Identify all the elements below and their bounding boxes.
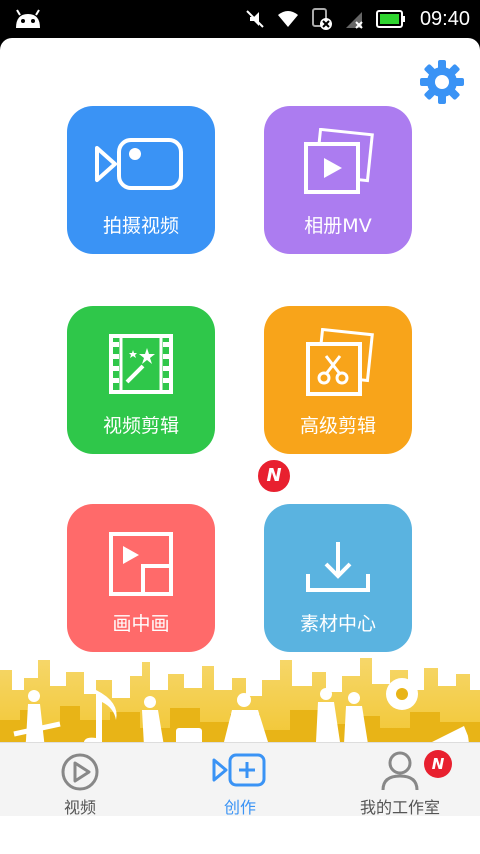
sd-card-icon — [311, 8, 332, 30]
album-mv-tile[interactable]: 相册MV — [264, 106, 412, 254]
material-center-label: 素材中心 — [299, 613, 376, 635]
user-icon — [381, 751, 419, 791]
video-edit-tile[interactable]: 视频剪辑 — [67, 306, 215, 454]
picture-in-picture-icon — [109, 532, 173, 596]
gear-icon[interactable] — [418, 58, 466, 106]
wifi-icon — [277, 11, 298, 27]
picture-in-picture-tile[interactable]: 画中画 — [67, 504, 215, 652]
tab-create[interactable]: 创作 — [190, 742, 290, 817]
album-mv-label: 相册MV — [304, 215, 372, 237]
photo-album-icon — [304, 128, 374, 194]
new-badge: N — [256, 458, 292, 494]
status-bar: 09:40 — [0, 0, 480, 38]
studio-new-badge: N — [424, 750, 452, 778]
main-screen: 拍摄视频 相册MV 视频剪辑 高级剪辑 画中画 素材中心 — [0, 38, 480, 854]
film-magic-icon — [109, 334, 173, 394]
signal-icon — [345, 12, 363, 29]
shoot-video-label: 拍摄视频 — [102, 215, 179, 237]
scissors-photo-icon — [306, 328, 374, 396]
tab-video-label: 视频 — [63, 798, 96, 817]
tab-create-label: 创作 — [223, 798, 256, 817]
video-camera-icon — [95, 138, 183, 190]
play-circle-icon — [61, 753, 99, 791]
battery-icon — [375, 10, 405, 28]
advanced-edit-label: 高级剪辑 — [299, 415, 376, 437]
picture-in-picture-label: 画中画 — [112, 613, 170, 635]
clock: 09:40 — [419, 7, 470, 30]
create-icon — [212, 753, 266, 787]
tab-my-studio-label: 我的工作室 — [359, 798, 440, 817]
mute-icon — [246, 10, 264, 28]
shoot-video-tile[interactable]: 拍摄视频 — [67, 106, 215, 254]
material-center-tile[interactable]: 素材中心 — [264, 504, 412, 652]
video-edit-label: 视频剪辑 — [102, 415, 179, 437]
advanced-edit-tile[interactable]: 高级剪辑 — [264, 306, 412, 454]
tab-video[interactable]: 视频 — [30, 742, 130, 817]
android-icon — [16, 9, 40, 28]
download-icon — [306, 542, 370, 592]
